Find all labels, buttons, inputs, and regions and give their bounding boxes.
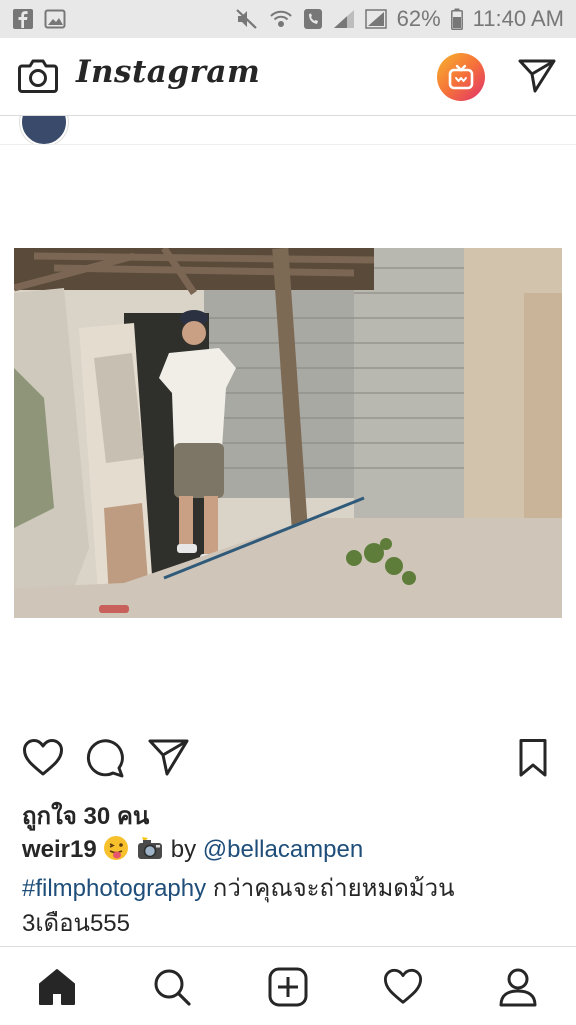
profile-icon xyxy=(499,968,537,1007)
nav-add-post[interactable] xyxy=(268,967,308,1007)
home-icon xyxy=(39,969,75,1005)
caption-text: กว่าคุณจะถ่ายหมดม้วน xyxy=(212,875,455,902)
bookmark-icon xyxy=(519,739,547,777)
share-icon xyxy=(148,739,189,776)
igtv-button[interactable] xyxy=(437,53,485,101)
camera-flash-emoji-icon xyxy=(136,835,164,871)
camera-button[interactable] xyxy=(18,58,58,94)
caption-username[interactable]: weir19 xyxy=(22,836,97,863)
status-bar: 62% 11:40 AM xyxy=(0,0,576,38)
signal-icon xyxy=(364,9,387,29)
caption-line-3: 3เดือน555 xyxy=(22,910,130,937)
status-left xyxy=(12,8,66,30)
activity-heart-icon xyxy=(383,968,423,1004)
comment-button[interactable] xyxy=(85,738,127,778)
nav-home[interactable] xyxy=(37,967,77,1007)
nav-profile[interactable] xyxy=(498,967,538,1007)
wifi-call-icon xyxy=(269,8,293,30)
post-media[interactable] xyxy=(0,145,576,721)
battery-icon xyxy=(450,8,463,30)
signal-icon xyxy=(333,9,355,29)
heart-icon xyxy=(23,739,63,776)
instagram-logo: Instagram xyxy=(76,54,261,90)
direct-message-icon xyxy=(518,59,556,93)
nav-activity[interactable] xyxy=(383,967,423,1007)
caption-mention-link[interactable]: @bellacampen xyxy=(203,836,363,863)
likes-count[interactable]: ถูกใจ 30 คน xyxy=(22,796,149,835)
caption-hashtag-link[interactable]: #filmphotography xyxy=(22,875,206,902)
post-caption: weir19 by @bellacampen #filmphotography … xyxy=(22,832,562,941)
bottom-nav xyxy=(0,946,576,1025)
post-actions xyxy=(0,722,576,794)
igtv-icon xyxy=(448,64,474,90)
add-post-icon xyxy=(268,967,308,1007)
facebook-icon xyxy=(12,8,34,30)
mute-icon xyxy=(235,8,259,30)
caption-line-1: weir19 by @bellacampen xyxy=(22,832,562,871)
image-icon xyxy=(44,8,66,30)
post-photo xyxy=(14,248,562,618)
like-button[interactable] xyxy=(22,738,64,778)
post-header xyxy=(0,116,576,145)
status-right: 62% 11:40 AM xyxy=(235,6,564,32)
direct-message-button[interactable] xyxy=(518,58,556,94)
caption-line-2: #filmphotography กว่าคุณจะถ่ายหมดม้วน xyxy=(22,871,562,906)
avatar[interactable] xyxy=(20,116,68,144)
phone-icon xyxy=(303,8,323,30)
nav-search[interactable] xyxy=(152,967,192,1007)
clock: 11:40 AM xyxy=(472,6,564,31)
tongue-face-emoji-icon xyxy=(103,835,129,871)
bookmark-button[interactable] xyxy=(516,738,558,778)
share-button[interactable] xyxy=(148,738,190,778)
caption-by: by xyxy=(170,836,197,863)
app-header: Instagram xyxy=(0,38,576,116)
search-icon xyxy=(154,969,191,1006)
battery-percent: 62% xyxy=(396,6,441,31)
camera-icon xyxy=(18,59,58,93)
comment-icon xyxy=(86,739,124,778)
